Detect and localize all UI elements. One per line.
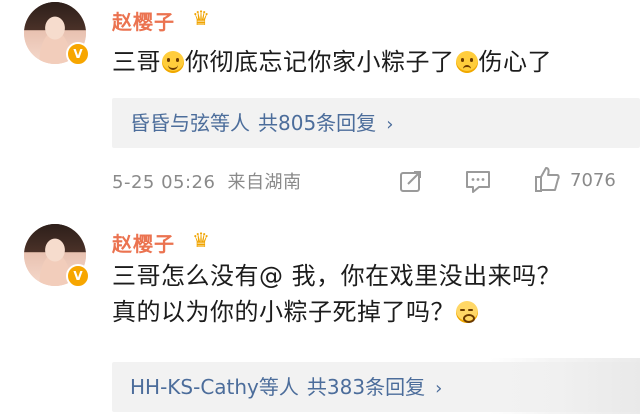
comment-item: V 赵樱子 ♛ 三哥 你彻底忘记你家小粽子了 伤心了 昏昏与弦等人 共805条回复 › … — [0, 0, 640, 212]
username[interactable]: 赵樱子 — [112, 228, 175, 257]
comment-text: 三哥怎么没有@ 我，你在戏里没出来吗？ 真的以为你的小粽子死掉了吗？ — [112, 258, 632, 330]
username[interactable]: 赵樱子 — [112, 6, 175, 35]
comment-icon[interactable] — [464, 168, 492, 198]
comment-text-line: 三哥怎么没有@ 我，你在戏里没出来吗？ — [112, 262, 562, 290]
reply-count: 共805条回复 — [258, 111, 377, 135]
reply-names: HH-KS-Cathy等人 — [130, 375, 299, 399]
comment-text: 三哥 你彻底忘记你家小粽子了 伤心了 — [112, 44, 552, 80]
comment-text-part: 三哥 — [112, 48, 161, 76]
chevron-right-icon: › — [386, 114, 394, 135]
reply-count: 共383条回复 — [306, 375, 426, 399]
blurred-watermark — [490, 358, 640, 414]
comment-meta: 5-25 05:26 来自湖南 — [112, 168, 301, 194]
replies-link[interactable]: 昏昏与弦等人 共805条回复 › — [112, 98, 640, 148]
chevron-right-icon: › — [435, 378, 443, 399]
comment-text-part: 伤心了 — [478, 48, 552, 76]
source-location: 来自湖南 — [227, 172, 302, 193]
verified-badge-icon: V — [66, 264, 90, 288]
avatar[interactable]: V — [24, 224, 90, 288]
cry-emoji-icon — [456, 301, 478, 323]
smile-emoji-icon — [162, 51, 184, 73]
verified-badge-icon: V — [66, 42, 90, 66]
timestamp: 5-25 05:26 — [112, 172, 216, 193]
sad-emoji-icon — [455, 51, 478, 73]
like-count: 7076 — [570, 170, 616, 191]
comment-text-line: 真的以为你的小粽子死掉了吗？ — [112, 294, 632, 330]
like-icon[interactable] — [532, 164, 562, 198]
share-icon[interactable] — [398, 168, 424, 198]
crown-icon: ♛ — [192, 6, 210, 30]
avatar[interactable]: V — [24, 2, 90, 66]
comment-text-part: 你彻底忘记你家小粽子了 — [185, 48, 455, 76]
crown-icon: ♛ — [192, 228, 210, 252]
reply-names: 昏昏与弦等人 — [130, 111, 250, 135]
